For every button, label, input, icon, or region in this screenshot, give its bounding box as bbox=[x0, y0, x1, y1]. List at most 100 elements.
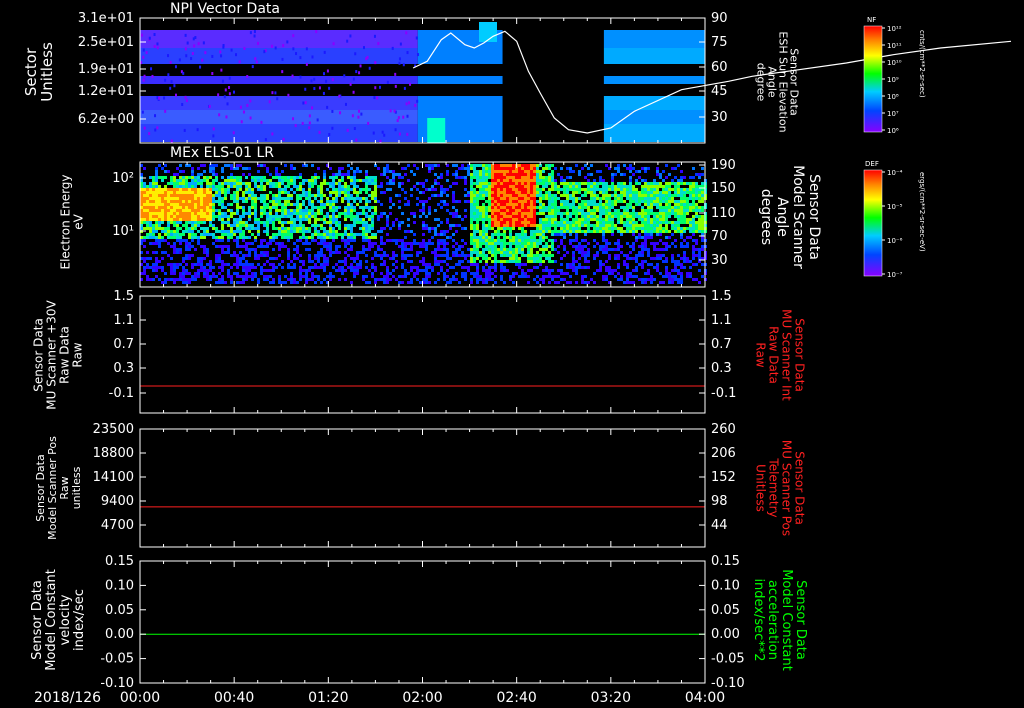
els-cell bbox=[386, 233, 389, 236]
els-cell bbox=[179, 179, 182, 182]
els-cell bbox=[539, 173, 542, 176]
els-cell bbox=[260, 266, 263, 269]
npi-speckle bbox=[191, 51, 194, 55]
els-cell bbox=[605, 185, 608, 188]
els-cell bbox=[248, 173, 251, 176]
els-cell bbox=[611, 179, 614, 182]
els-cell bbox=[542, 254, 545, 257]
els-cell bbox=[158, 194, 161, 197]
els-cell bbox=[485, 257, 488, 260]
els-cell bbox=[146, 212, 149, 215]
els-cell bbox=[236, 281, 239, 284]
els-cell bbox=[278, 245, 281, 248]
els-cell bbox=[509, 254, 512, 257]
els-cell bbox=[461, 275, 464, 278]
els-cell bbox=[182, 203, 185, 206]
els-cell bbox=[581, 221, 584, 224]
els-cell bbox=[626, 278, 629, 281]
els-cell bbox=[425, 227, 428, 230]
els-cell bbox=[263, 179, 266, 182]
els-cell bbox=[197, 215, 200, 218]
els-cell bbox=[626, 203, 629, 206]
npi-speckle bbox=[170, 80, 173, 84]
els-cell bbox=[233, 272, 236, 275]
npi-speckle bbox=[211, 54, 214, 58]
els-cell bbox=[182, 179, 185, 182]
els-cell bbox=[620, 215, 623, 218]
els-cell bbox=[638, 278, 641, 281]
els-cell bbox=[572, 194, 575, 197]
els-cell bbox=[344, 215, 347, 218]
els-cell bbox=[257, 224, 260, 227]
els-cell bbox=[191, 212, 194, 215]
npi-speckle bbox=[268, 100, 271, 104]
els-cell bbox=[419, 242, 422, 245]
els-cell bbox=[446, 170, 449, 173]
els-cell bbox=[431, 185, 434, 188]
els-cell bbox=[521, 245, 524, 248]
els-cell bbox=[665, 224, 668, 227]
els-cell bbox=[548, 206, 551, 209]
npi-speckle bbox=[365, 57, 368, 61]
els-cell bbox=[602, 248, 605, 251]
els-cell bbox=[530, 200, 533, 203]
els-cell bbox=[338, 188, 341, 191]
els-cell bbox=[614, 191, 617, 194]
els-cell bbox=[323, 221, 326, 224]
els-cell bbox=[500, 176, 503, 179]
els-cell bbox=[302, 218, 305, 221]
els-cell bbox=[491, 194, 494, 197]
npi-speckle bbox=[308, 121, 311, 125]
npi-speckle bbox=[292, 47, 295, 51]
els-cell bbox=[620, 173, 623, 176]
els-cell bbox=[566, 197, 569, 200]
els-cell bbox=[278, 248, 281, 251]
els-cell bbox=[194, 206, 197, 209]
els-cell bbox=[623, 221, 626, 224]
els-cell bbox=[473, 227, 476, 230]
els-cell bbox=[191, 200, 194, 203]
els-cell bbox=[617, 185, 620, 188]
els-cell bbox=[329, 167, 332, 170]
els-cell bbox=[185, 215, 188, 218]
els-cell bbox=[260, 209, 263, 212]
els-cell bbox=[605, 266, 608, 269]
els-cell bbox=[536, 176, 539, 179]
els-cell bbox=[335, 200, 338, 203]
els-cell bbox=[347, 194, 350, 197]
els-cell bbox=[638, 245, 641, 248]
els-cell bbox=[653, 215, 656, 218]
els-cell bbox=[626, 194, 629, 197]
els-cell bbox=[305, 218, 308, 221]
els-cell bbox=[275, 206, 278, 209]
els-cell bbox=[548, 239, 551, 242]
els-cell bbox=[485, 260, 488, 263]
npi-speckle bbox=[409, 82, 412, 86]
els-cell bbox=[200, 191, 203, 194]
els-cell bbox=[215, 191, 218, 194]
els-cell bbox=[578, 251, 581, 254]
els-cell bbox=[149, 185, 152, 188]
els-cell bbox=[584, 260, 587, 263]
els-cell bbox=[290, 260, 293, 263]
els-cell bbox=[650, 185, 653, 188]
els-cell bbox=[635, 182, 638, 185]
els-cell bbox=[389, 170, 392, 173]
els-cell bbox=[671, 269, 674, 272]
els-cell bbox=[272, 224, 275, 227]
npi-bright-patch bbox=[427, 118, 446, 143]
els-cell bbox=[218, 200, 221, 203]
els-cell bbox=[536, 170, 539, 173]
els-cell bbox=[626, 254, 629, 257]
els-cell bbox=[659, 197, 662, 200]
els-cell bbox=[404, 197, 407, 200]
els-cell bbox=[191, 239, 194, 242]
els-cell bbox=[605, 230, 608, 233]
els-cell bbox=[458, 248, 461, 251]
els-cell bbox=[185, 278, 188, 281]
els-cell bbox=[626, 197, 629, 200]
els-cell bbox=[347, 170, 350, 173]
els-cell bbox=[500, 263, 503, 266]
els-cell bbox=[689, 188, 692, 191]
els-cell bbox=[503, 209, 506, 212]
